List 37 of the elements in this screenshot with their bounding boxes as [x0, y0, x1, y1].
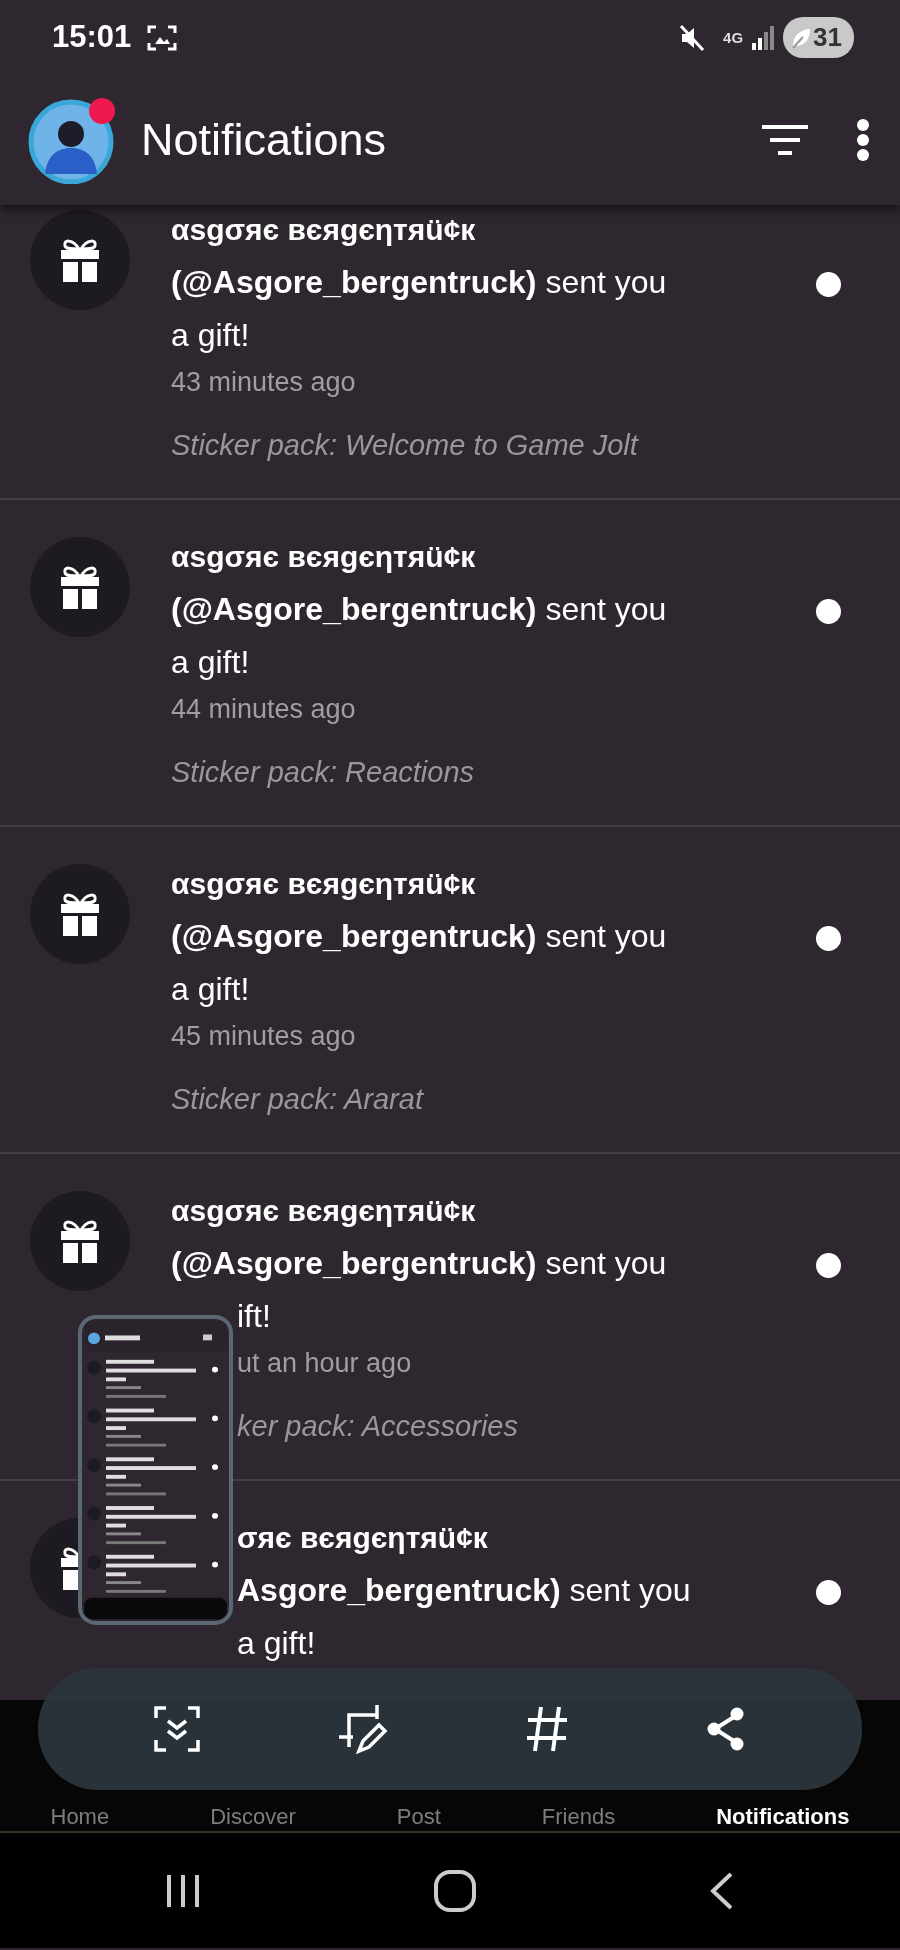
home-icon[interactable]: [433, 1868, 477, 1913]
nav-tab[interactable]: Post: [396, 1800, 441, 1828]
screenshot-thumbnail[interactable]: [78, 1315, 233, 1625]
sender-name[interactable]: αsgσяє вєяgєηтяü¢к: [171, 858, 476, 910]
network-type: 4G: [723, 30, 744, 45]
nav-tab[interactable]: Notifications: [716, 1800, 850, 1828]
sender-name[interactable]: αsgσяє вєяgєηтяü¢к: [171, 531, 476, 583]
sticker-pack-text: Sticker pack: Ararat: [171, 1082, 423, 1117]
nav-tab[interactable]: Friends: [541, 1800, 616, 1828]
sticker-pack-text: Sticker pack: Welcome to Game Jolt: [171, 428, 638, 463]
scroll-capture-icon[interactable]: [154, 1706, 201, 1752]
filter-icon[interactable]: [762, 123, 808, 157]
signal-icon: [751, 24, 776, 51]
timestamp: 43 minutes ago: [171, 366, 356, 399]
nav-tab[interactable]: Discover: [210, 1800, 296, 1828]
sender-name[interactable]: αsgσяє вєяgєηтяü¢к: [171, 205, 476, 256]
page-title: Notifications: [141, 113, 387, 168]
sticker-pack-text: Sticker pack: Reactions: [171, 755, 474, 790]
share-icon[interactable]: [705, 1707, 746, 1751]
sticker-pack-text: ker pack: Accessories: [237, 1409, 518, 1444]
timestamp: 44 minutes ago: [171, 693, 356, 726]
hashtag-icon[interactable]: [525, 1705, 570, 1753]
screenshot-icon: [147, 23, 178, 52]
timestamp: 45 minutes ago: [171, 1020, 356, 1053]
message-text: Asgore_bergentruck) sent you a gift!: [236, 1571, 692, 1663]
nav-tab[interactable]: Home: [50, 1800, 110, 1828]
message-text: (@Asgore_bergentruck) sent you a gift!: [171, 917, 668, 1009]
more-options-icon[interactable]: [856, 118, 870, 162]
battery-indicator: 31: [783, 17, 854, 58]
clock-time: 15:01: [52, 18, 132, 57]
sender-name[interactable]: σяє вєяgєηтяü¢к: [237, 1512, 488, 1564]
timestamp: ut an hour ago: [237, 1347, 412, 1380]
message-text: (@Asgore_bergentruck) sent you a gift!: [171, 263, 668, 355]
sender-name[interactable]: αsgσяє вєяgєηтяü¢к: [171, 1185, 476, 1237]
message-text: (@Asgore_bergentruck) sent you a gift!: [171, 590, 668, 682]
crop-edit-icon[interactable]: [336, 1703, 389, 1755]
message-text: (@Asgore_bergentruck) sent you ift!: [171, 1244, 668, 1336]
